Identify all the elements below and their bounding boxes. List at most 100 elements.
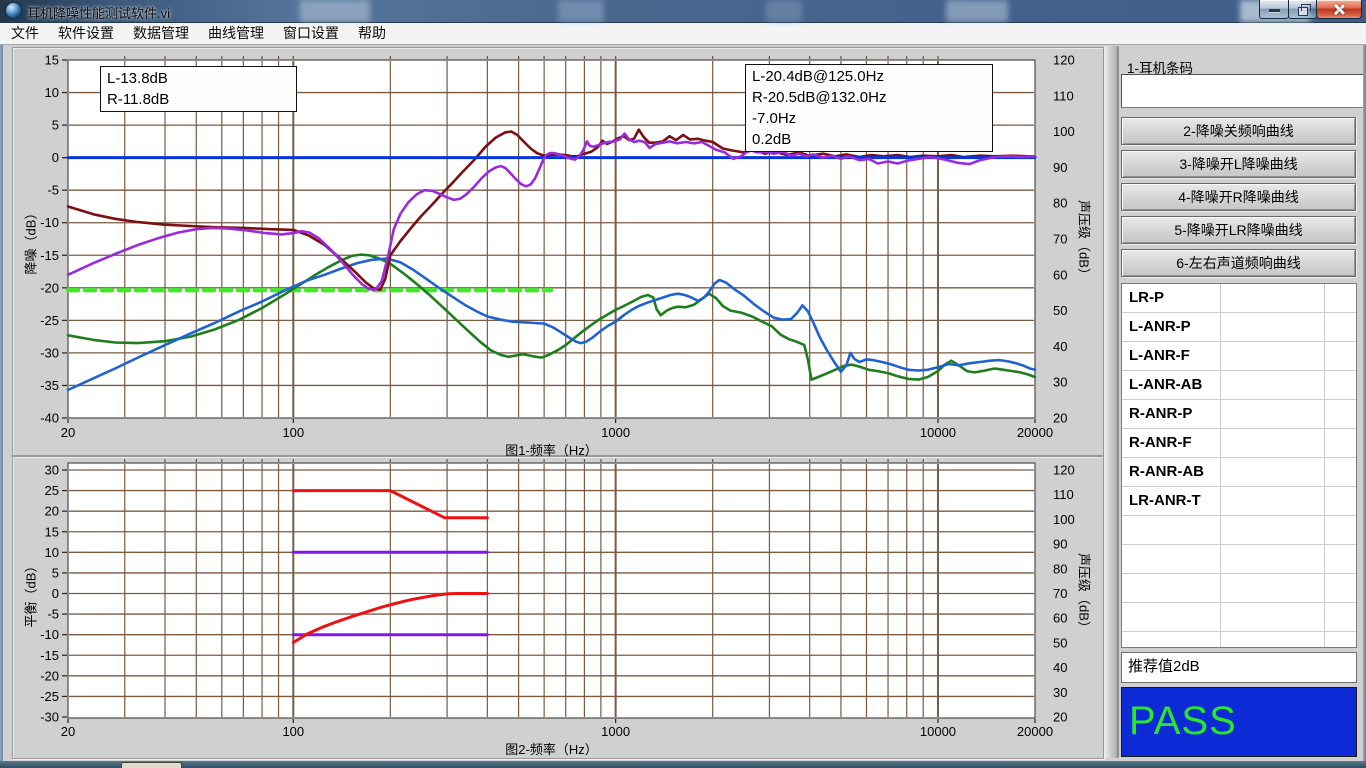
svg-text:40: 40 (1053, 660, 1067, 675)
curve-list-cell (1221, 371, 1325, 399)
svg-text:-5: -5 (47, 607, 59, 622)
menu-item-2[interactable]: 软件设置 (55, 23, 117, 43)
svg-text:-30: -30 (40, 345, 59, 360)
titlebar-glass-blob (300, 0, 370, 22)
action-button-3[interactable]: 3-降噪开L降噪曲线 (1121, 150, 1356, 178)
svg-text:120: 120 (1053, 463, 1075, 478)
application-window: 耳机降噪性能测试软件.vi 文件软件设置数据管理曲线管理窗口设置帮助 15 10 5… (0, 0, 1366, 768)
restore-button[interactable] (1288, 0, 1317, 19)
curve-list-row[interactable] (1122, 632, 1356, 648)
menu-item-3[interactable]: 数据管理 (130, 23, 192, 43)
svg-text:-40: -40 (40, 411, 59, 426)
curve-list-row[interactable] (1122, 603, 1356, 632)
menu-item-1[interactable]: 文件 (8, 23, 42, 43)
curve-list-row[interactable]: LR-ANR-T (1122, 487, 1356, 516)
svg-text:70: 70 (1053, 232, 1067, 247)
svg-text:10000: 10000 (920, 425, 956, 440)
svg-text:-30: -30 (40, 710, 59, 725)
chart2-right-axis-title: 声压级（dB） (1076, 540, 1095, 648)
svg-text:80: 80 (1053, 561, 1067, 576)
window-frame-left (0, 22, 3, 761)
menu-item-6[interactable]: 帮助 (355, 23, 389, 43)
action-button-6[interactable]: 6-左右声道频响曲线 (1121, 249, 1356, 277)
control-panel: 1-耳机条码 2-降噪关频响曲线3-降噪开L降噪曲线4-降噪开R降噪曲线5-降噪… (1117, 44, 1363, 761)
curve-list-row[interactable]: R-ANR-P (1122, 400, 1356, 429)
svg-text:60: 60 (1053, 267, 1067, 282)
svg-text:5: 5 (52, 565, 59, 580)
action-button-5[interactable]: 5-降噪开LR降噪曲线 (1121, 216, 1356, 244)
svg-text:20000: 20000 (1017, 724, 1053, 739)
svg-text:50: 50 (1053, 635, 1067, 650)
taskbar[interactable] (0, 761, 1366, 768)
svg-text:110: 110 (1053, 88, 1074, 103)
svg-text:10000: 10000 (920, 724, 956, 739)
chart1-right-axis-title: 声压级（dB） (1076, 187, 1095, 295)
taskbar-app-button[interactable] (121, 762, 182, 768)
cursor-readout-line: -7.0Hz (752, 108, 986, 129)
title-bar[interactable]: 耳机降噪性能测试软件.vi (0, 0, 1366, 23)
svg-text:80: 80 (1053, 196, 1067, 211)
curve-list-row[interactable] (1122, 574, 1356, 603)
curve-list-row[interactable]: LR-P (1122, 284, 1356, 313)
curve-list-cell (1221, 516, 1325, 544)
svg-text:-35: -35 (40, 378, 59, 393)
curve-list-cell (1221, 400, 1325, 428)
curve-list-row[interactable]: R-ANR-AB (1122, 458, 1356, 487)
curve-list-row[interactable] (1122, 545, 1356, 574)
curve-list-cell (1325, 371, 1356, 399)
svg-text:-10: -10 (40, 627, 59, 642)
curve-list-row[interactable]: R-ANR-F (1122, 429, 1356, 458)
svg-text:40: 40 (1053, 339, 1067, 354)
svg-text:0: 0 (52, 586, 59, 601)
minimize-button[interactable] (1259, 0, 1289, 19)
curve-list-cell (1122, 574, 1221, 602)
curve-list-row[interactable]: L-ANR-P (1122, 313, 1356, 342)
action-button-4[interactable]: 4-降噪开R降噪曲线 (1121, 183, 1356, 211)
svg-text:100: 100 (282, 724, 304, 739)
chart2-graph[interactable]: 302520151050-5-10-15-20-25-3012011010090… (0, 458, 1104, 760)
curve-list-cell (1325, 545, 1356, 573)
svg-text:-5: -5 (47, 183, 59, 198)
svg-text:15: 15 (45, 53, 59, 68)
curve-list-cell (1325, 400, 1356, 428)
close-button[interactable] (1316, 0, 1362, 19)
curve-list-row[interactable]: L-ANR-AB (1122, 371, 1356, 400)
curve-list-cell (1325, 603, 1356, 631)
app-icon (6, 3, 21, 18)
cursor-readout-line: R-20.5dB@132.0Hz (752, 87, 986, 108)
pass-fail-indicator: PASS (1121, 687, 1357, 757)
svg-text:-10: -10 (40, 215, 59, 230)
curve-list-cell (1325, 313, 1356, 341)
curve-list-cell (1221, 574, 1325, 602)
curve-list-cell: L-ANR-AB (1122, 371, 1221, 399)
svg-text:20000: 20000 (1017, 425, 1053, 440)
svg-text:10: 10 (45, 545, 59, 560)
curve-list[interactable]: LR-PL-ANR-PL-ANR-FL-ANR-ABR-ANR-PR-ANR-F… (1121, 283, 1357, 648)
barcode-input[interactable] (1121, 74, 1364, 108)
curve-list-cell (1221, 545, 1325, 573)
curve-list-cell (1221, 632, 1325, 648)
svg-text:100: 100 (1053, 512, 1075, 527)
svg-text:120: 120 (1053, 53, 1075, 68)
curve-list-row[interactable] (1122, 516, 1356, 545)
curve-list-row[interactable]: L-ANR-F (1122, 342, 1356, 371)
svg-text:-15: -15 (40, 648, 59, 663)
close-icon (1333, 3, 1345, 15)
curve-list-cell (1221, 603, 1325, 631)
curve-list-cell: L-ANR-F (1122, 342, 1221, 370)
curve-list-cell (1325, 429, 1356, 457)
curve-list-cell (1325, 458, 1356, 486)
action-button-2[interactable]: 2-降噪关频响曲线 (1121, 117, 1356, 145)
window-title: 耳机降噪性能测试软件.vi (27, 3, 170, 22)
svg-text:20: 20 (61, 724, 75, 739)
svg-text:110: 110 (1053, 487, 1074, 502)
svg-text:-20: -20 (40, 280, 59, 295)
menu-item-5[interactable]: 窗口设置 (280, 23, 342, 43)
cursor-readout-line: L-13.8dB (107, 68, 290, 89)
menu-item-4[interactable]: 曲线管理 (205, 23, 267, 43)
svg-text:30: 30 (1053, 685, 1067, 700)
chart1-x-axis-title: 图1-频率（Hz） (68, 440, 1035, 459)
svg-text:-20: -20 (40, 668, 59, 683)
svg-text:-25: -25 (40, 313, 59, 328)
svg-text:5: 5 (52, 118, 59, 133)
